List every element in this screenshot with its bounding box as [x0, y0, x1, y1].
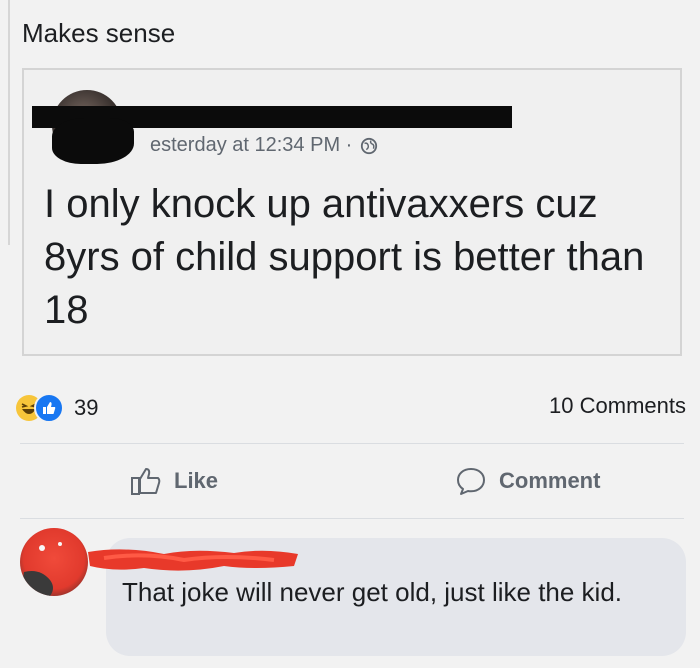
like-icon	[34, 393, 64, 423]
avatar-redaction	[52, 118, 134, 164]
divider-top	[20, 443, 684, 444]
shared-post-timestamp[interactable]: esterday at 12:34 PM ·	[150, 134, 352, 157]
left-edge-line	[8, 0, 10, 245]
reactions-summary[interactable]: 39	[16, 393, 98, 423]
commenter-name-redaction	[88, 549, 298, 571]
like-button[interactable]: Like	[130, 466, 218, 496]
divider-bottom	[20, 518, 684, 519]
shared-post-text: I only knock up antivaxxers cuz 8yrs of …	[44, 182, 645, 332]
comment-button-label: Comment	[499, 468, 601, 493]
reaction-count: 39	[74, 395, 99, 420]
globe-icon	[361, 137, 378, 154]
post-caption: Makes sense	[22, 18, 176, 48]
shared-post-meta: esterday at 12:34 PM ·	[150, 134, 378, 157]
thumbs-up-icon	[131, 468, 161, 495]
commenter-avatar[interactable]	[20, 528, 88, 596]
like-button-label: Like	[174, 468, 219, 493]
comment-bubble-icon	[457, 468, 485, 495]
shared-post-card[interactable]: esterday at 12:34 PM · I only knock up a…	[22, 68, 682, 356]
comments-count-link[interactable]: 10 Comments	[549, 393, 686, 419]
comment-button[interactable]: Comment	[455, 466, 600, 496]
comment-text: That joke will never get old, just like …	[122, 577, 623, 607]
